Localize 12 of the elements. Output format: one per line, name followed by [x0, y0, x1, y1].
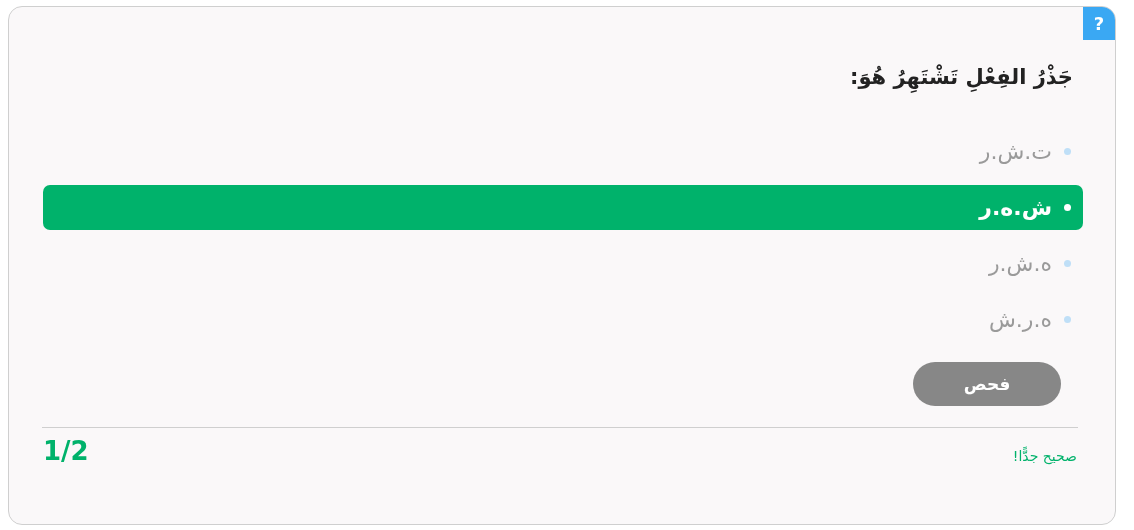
- bullet-icon: [1064, 316, 1071, 323]
- help-button[interactable]: ?: [1083, 7, 1115, 40]
- bullet-icon: [1064, 148, 1071, 155]
- answer-option[interactable]: ه.ش.ر: [43, 241, 1083, 286]
- bullet-icon: [1064, 260, 1071, 267]
- answer-option[interactable]: ه.ر.ش: [43, 297, 1083, 342]
- check-button[interactable]: فحص: [913, 362, 1061, 406]
- score-text: 1/2: [43, 436, 89, 466]
- answer-option[interactable]: ش.ه.ر: [43, 185, 1083, 230]
- answer-option[interactable]: ت.ش.ر: [43, 129, 1083, 174]
- feedback-text: صحيح جدًّا!: [1012, 448, 1077, 464]
- bullet-icon: [1064, 204, 1071, 211]
